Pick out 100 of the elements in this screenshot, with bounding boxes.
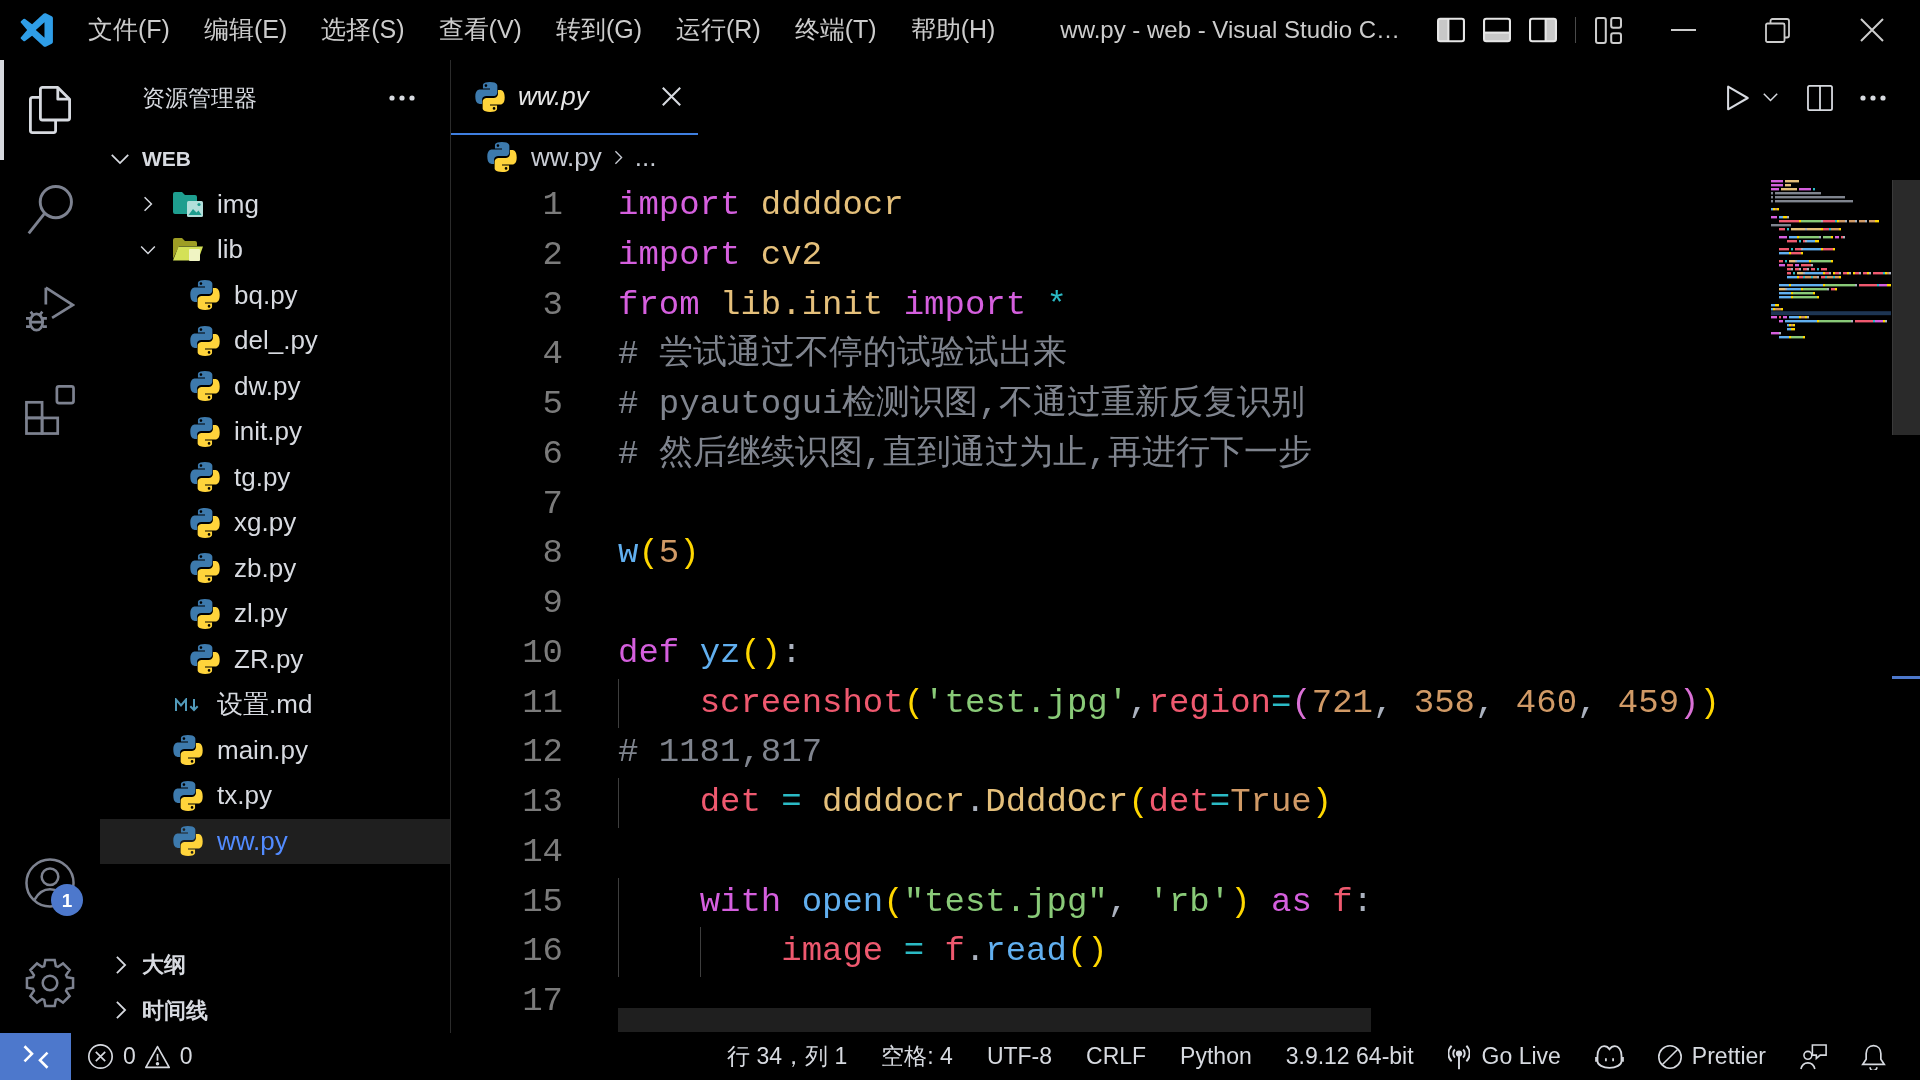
folder-section-header[interactable]: WEB — [100, 136, 450, 182]
code-line: screenshot('test.jpg',region=(721, 358, 460, 459)) — [699, 682, 1720, 724]
layout-right-pane-icon[interactable] — [1529, 16, 1557, 44]
file-item[interactable]: zb.py — [100, 545, 450, 591]
python-file-icon — [190, 280, 220, 311]
line-number: 4 — [541, 334, 563, 376]
menu-item[interactable]: 查看(V) — [421, 0, 539, 60]
files-icon[interactable] — [28, 86, 72, 134]
menu-item[interactable]: 编辑(E) — [186, 0, 305, 60]
line-number: 1 — [541, 185, 563, 226]
extensions-icon[interactable] — [25, 385, 75, 435]
file-item[interactable]: ZR.py — [100, 636, 450, 682]
python-file-icon — [190, 416, 220, 447]
section-header[interactable]: 时间线 — [100, 987, 450, 1033]
code-line: image = f.read() — [781, 931, 1108, 973]
breadcrumb-item[interactable]: ww.py — [487, 137, 602, 177]
file-item[interactable]: ww.py — [100, 818, 450, 864]
encoding-selector[interactable]: UTF-8 — [969, 1033, 1070, 1080]
line-number: 14 — [521, 831, 563, 873]
file-item[interactable]: tg.py — [100, 454, 450, 500]
restore-icon[interactable] — [1764, 17, 1790, 43]
line-number: 13 — [521, 782, 563, 823]
file-item[interactable]: tx.py — [100, 773, 450, 819]
window-title: ww.py - web - Visual Studio C… — [1060, 15, 1401, 45]
minimap-drawing[interactable] — [1771, 180, 1891, 340]
menu-item[interactable]: 文件(F) — [71, 0, 187, 60]
line-number: 7 — [541, 483, 563, 525]
notification-badge: 1 — [51, 884, 83, 916]
line-ending-selector[interactable]: CRLF — [1069, 1033, 1164, 1080]
menu-item[interactable]: 转到(G) — [538, 0, 659, 60]
remote-icon — [22, 1044, 49, 1069]
indentation-setting[interactable]: 空格: 4 — [864, 1033, 970, 1080]
layout-left-pane-icon[interactable] — [1437, 16, 1465, 44]
interpreter-selector[interactable]: 3.9.12 64-bit — [1268, 1033, 1431, 1080]
more-icon[interactable] — [1860, 94, 1886, 101]
remote-button[interactable] — [0, 1033, 71, 1080]
file-item[interactable]: xg.py — [100, 500, 450, 546]
section-header[interactable]: 大纲 — [100, 942, 450, 988]
python-file-icon — [190, 325, 220, 356]
python-file-icon — [173, 735, 203, 766]
file-item[interactable]: init.py — [100, 409, 450, 455]
menu-item[interactable]: 运行(R) — [659, 0, 778, 60]
layout-bottom-pane-icon[interactable] — [1483, 16, 1511, 44]
language-mode[interactable]: Python — [1163, 1033, 1269, 1080]
markdown-icon — [175, 697, 201, 712]
menu-item[interactable]: 选择(S) — [304, 0, 422, 60]
search-icon[interactable] — [27, 185, 73, 235]
breadcrumb-item[interactable]: ... — [634, 137, 657, 177]
bell-icon[interactable] — [1861, 1043, 1886, 1070]
layout-grid-icon[interactable] — [1594, 16, 1622, 44]
chevron-down-icon[interactable] — [110, 152, 130, 165]
vertical-scrollbar-thumb[interactable] — [1892, 180, 1920, 435]
split-editor-icon[interactable] — [1807, 84, 1833, 111]
line-number: 16 — [521, 931, 563, 973]
warning-icon — [144, 1044, 170, 1069]
chevron-right-icon — [613, 149, 623, 165]
prettier-button[interactable]: Prettier — [1640, 1033, 1783, 1080]
folder-item[interactable]: img — [100, 181, 450, 227]
chevron-down-icon[interactable] — [1763, 93, 1778, 102]
run-icon[interactable] — [1727, 84, 1749, 111]
file-item[interactable]: main.py — [100, 727, 450, 773]
python-file-icon — [190, 507, 220, 538]
cursor-position[interactable]: 行 34，列 1 — [710, 1033, 865, 1080]
error-icon — [88, 1044, 113, 1069]
menu-item[interactable]: 终端(T) — [777, 0, 894, 60]
python-file-icon — [475, 81, 505, 112]
chevron-right-icon[interactable] — [115, 954, 127, 975]
file-item[interactable]: dw.py — [100, 363, 450, 409]
python-file-icon — [487, 142, 517, 172]
line-number: 12 — [521, 732, 563, 774]
close-icon[interactable] — [662, 87, 681, 106]
go-live-button[interactable]: Go Live — [1430, 1033, 1578, 1080]
minimize-icon[interactable] — [1670, 29, 1696, 31]
line-number: 15 — [521, 881, 563, 923]
more-icon[interactable] — [389, 95, 415, 101]
python-file-icon — [190, 371, 220, 402]
folder-item[interactable]: lib — [100, 227, 450, 273]
line-number: 17 — [521, 981, 563, 1022]
problems-button[interactable]: 0 0 — [78, 1033, 203, 1080]
horizontal-scrollbar-thumb[interactable] — [618, 1008, 1371, 1032]
code-line: import ddddocr — [618, 185, 904, 226]
line-number: 10 — [521, 632, 563, 674]
line-number: 6 — [541, 433, 563, 475]
editor-tab[interactable]: ww.py — [451, 60, 698, 135]
line-number: 8 — [541, 533, 563, 575]
settings-icon[interactable] — [25, 958, 75, 1008]
file-item[interactable]: del_.py — [100, 318, 450, 364]
feedback-icon[interactable] — [1800, 1043, 1827, 1070]
code-line: def yz(): — [618, 632, 802, 674]
file-item[interactable]: zl.py — [100, 591, 450, 637]
close-icon[interactable] — [1860, 18, 1884, 42]
python-file-icon — [190, 553, 220, 584]
chevron-right-icon[interactable] — [115, 1000, 127, 1021]
file-item[interactable]: bq.py — [100, 272, 450, 318]
code-line: from lib.init import * — [618, 284, 1067, 326]
robot-face-icon[interactable] — [1594, 1044, 1624, 1069]
run-debug-icon[interactable] — [25, 286, 75, 334]
sidebar-title: 资源管理器 — [142, 83, 257, 113]
menu-item[interactable]: 帮助(H) — [893, 0, 1013, 60]
file-item[interactable]: 设置.md — [100, 682, 450, 728]
